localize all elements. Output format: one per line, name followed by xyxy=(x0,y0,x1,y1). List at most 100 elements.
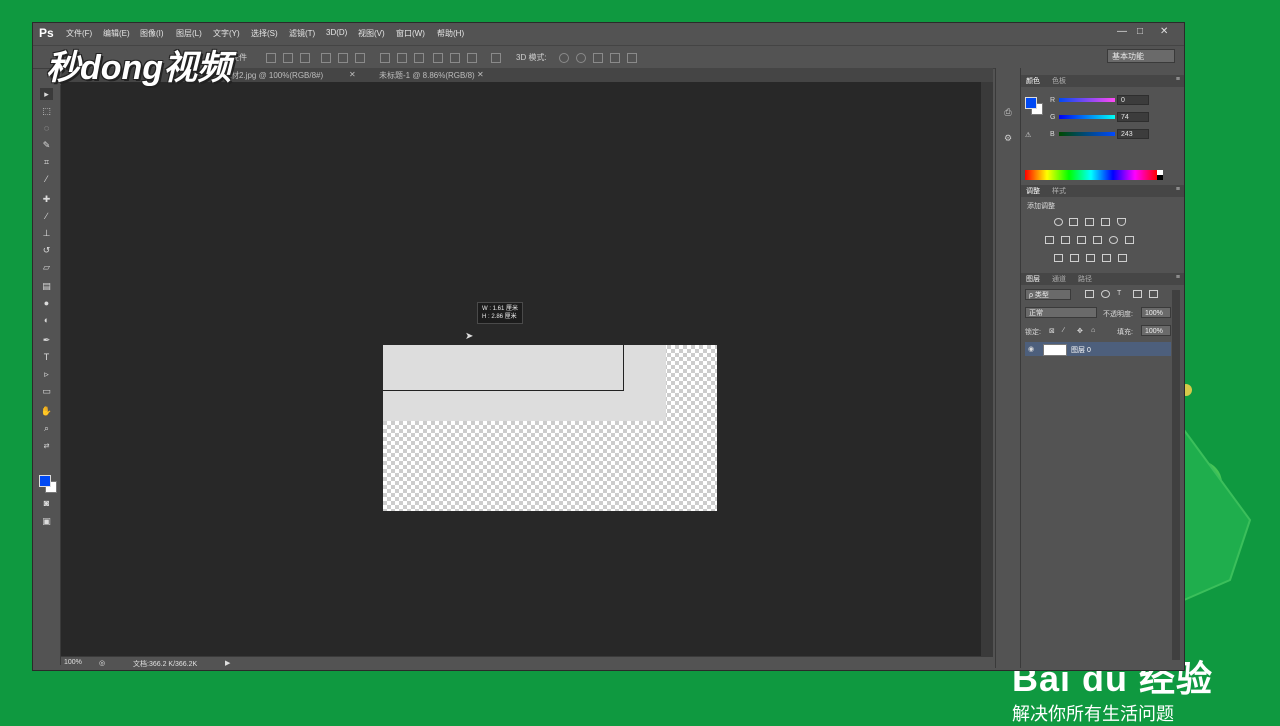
align-bottom-icon[interactable] xyxy=(300,53,310,63)
menu-type[interactable]: 文字(Y) xyxy=(213,28,240,39)
tab-channels[interactable]: 通道 xyxy=(1052,274,1066,284)
blend-mode-select[interactable]: 正常 xyxy=(1025,307,1097,318)
color-spectrum-bar[interactable] xyxy=(1025,170,1157,180)
g-value-field[interactable]: 74 xyxy=(1117,112,1149,122)
hand-tool-icon[interactable]: ✋ xyxy=(40,405,53,417)
status-menu-arrow-icon[interactable]: ▶ xyxy=(225,659,230,667)
layer-row[interactable]: ◉ 图层 0 xyxy=(1025,342,1171,356)
lock-image-icon[interactable]: ∕ xyxy=(1063,327,1064,334)
invert-adjust-icon[interactable] xyxy=(1054,254,1063,262)
distribute-right-icon[interactable] xyxy=(467,53,477,63)
workspace-select[interactable]: 基本功能 xyxy=(1107,49,1175,63)
3d-slide-icon[interactable] xyxy=(610,53,620,63)
tab-adjustments[interactable]: 调整 xyxy=(1026,186,1040,196)
properties-panel-icon[interactable]: ⚙ xyxy=(1002,132,1014,144)
menu-help[interactable]: 帮助(H) xyxy=(437,28,464,39)
tab-layers[interactable]: 图层 xyxy=(1026,274,1040,284)
transform-rectangle[interactable] xyxy=(383,345,624,391)
distribute-left-icon[interactable] xyxy=(433,53,443,63)
move-tool-icon[interactable]: ▸ xyxy=(40,88,53,100)
3d-pan-icon[interactable] xyxy=(593,53,603,63)
color-lookup-adjust-icon[interactable] xyxy=(1125,236,1134,244)
filter-adjustment-icon[interactable] xyxy=(1101,290,1110,298)
distribute-bottom-icon[interactable] xyxy=(414,53,424,63)
history-panel-icon[interactable]: ⎙ xyxy=(1002,106,1014,118)
status-info-icon[interactable]: ◎ xyxy=(99,659,105,667)
layer-name[interactable]: 图层 0 xyxy=(1071,345,1091,355)
curves-adjust-icon[interactable] xyxy=(1085,218,1094,226)
dodge-tool-icon[interactable]: ◐ xyxy=(40,314,53,326)
menu-filter[interactable]: 滤镜(T) xyxy=(289,28,315,39)
status-zoom[interactable]: 100% xyxy=(64,659,82,666)
color-balance-adjust-icon[interactable] xyxy=(1061,236,1070,244)
gamut-warning-icon[interactable]: ⚠ xyxy=(1025,131,1031,139)
close-icon[interactable]: ✕ xyxy=(1160,26,1168,37)
threshold-adjust-icon[interactable] xyxy=(1086,254,1095,262)
brightness-adjust-icon[interactable] xyxy=(1054,218,1063,226)
tab-styles[interactable]: 样式 xyxy=(1052,186,1066,196)
exposure-adjust-icon[interactable] xyxy=(1101,218,1110,226)
zoom-tool-icon[interactable]: ⌕ xyxy=(40,422,53,434)
channel-mixer-adjust-icon[interactable] xyxy=(1109,236,1118,244)
opacity-field[interactable]: 100% xyxy=(1141,307,1171,318)
gradient-tool-icon[interactable]: ▤ xyxy=(40,280,53,292)
marquee-tool-icon[interactable]: ⬚ xyxy=(40,105,53,117)
tab-doc-1[interactable]: 材2.jpg @ 100%(RGB/8#) xyxy=(231,70,323,81)
canvas-vertical-scrollbar[interactable] xyxy=(981,82,993,656)
foreground-color-swatch[interactable] xyxy=(39,475,51,487)
screen-mode-icon[interactable]: ▣ xyxy=(40,515,53,527)
filter-type-icon[interactable]: T xyxy=(1117,290,1121,297)
quick-select-tool-icon[interactable]: ✎ xyxy=(40,139,53,151)
tab-close-icon[interactable]: ✕ xyxy=(477,70,484,79)
document-canvas[interactable] xyxy=(383,345,717,511)
black-white-adjust-icon[interactable] xyxy=(1077,236,1086,244)
3d-scale-icon[interactable] xyxy=(627,53,637,63)
path-select-tool-icon[interactable]: ▹ xyxy=(40,368,53,380)
history-brush-tool-icon[interactable]: ↺ xyxy=(40,244,53,256)
options-fragment-label[interactable]: 控件 xyxy=(231,52,247,63)
hue-saturation-adjust-icon[interactable] xyxy=(1045,236,1054,244)
healing-brush-tool-icon[interactable]: ✚ xyxy=(40,193,53,205)
align-left-icon[interactable] xyxy=(321,53,331,63)
3d-rotate-icon[interactable] xyxy=(559,53,569,63)
color-panel-foreground-swatch[interactable] xyxy=(1025,97,1037,109)
blur-tool-icon[interactable]: ● xyxy=(40,297,53,309)
lasso-tool-icon[interactable]: ◌ xyxy=(40,122,53,134)
brush-tool-icon[interactable]: ∕ xyxy=(40,210,53,222)
b-slider[interactable] xyxy=(1059,132,1115,136)
tab-close-icon[interactable]: ✕ xyxy=(349,70,356,79)
type-tool-icon[interactable]: T xyxy=(40,351,53,363)
crop-tool-icon[interactable]: ⌗ xyxy=(40,156,53,168)
distribute-hcenter-icon[interactable] xyxy=(450,53,460,63)
menu-file[interactable]: 文件(F) xyxy=(66,28,92,39)
lock-position-icon[interactable]: ✥ xyxy=(1077,327,1083,335)
menu-3d[interactable]: 3D(D) xyxy=(326,28,347,37)
rectangle-tool-icon[interactable]: ▭ xyxy=(40,385,53,397)
menu-select[interactable]: 选择(S) xyxy=(251,28,278,39)
lock-transparent-icon[interactable]: ⊠ xyxy=(1049,327,1055,335)
eyedropper-tool-icon[interactable]: ⁄ xyxy=(40,173,53,185)
layers-scrollbar[interactable] xyxy=(1172,290,1180,660)
eraser-tool-icon[interactable]: ▱ xyxy=(40,261,53,273)
align-right-icon[interactable] xyxy=(355,53,365,63)
distribute-vcenter-icon[interactable] xyxy=(397,53,407,63)
tab-doc-2[interactable]: 未标题-1 @ 8.86%(RGB/8) xyxy=(379,70,475,81)
r-value-field[interactable]: 0 xyxy=(1117,95,1149,105)
maximize-icon[interactable]: □ xyxy=(1137,26,1143,37)
layer-filter-select[interactable]: ρ 类型 xyxy=(1025,289,1071,300)
distribute-top-icon[interactable] xyxy=(380,53,390,63)
lock-all-icon[interactable]: ⌂ xyxy=(1091,327,1095,334)
panel-menu-icon[interactable]: ≡ xyxy=(1176,76,1180,83)
tab-paths[interactable]: 路径 xyxy=(1078,274,1092,284)
g-slider[interactable] xyxy=(1059,115,1115,119)
black-white-swatch[interactable] xyxy=(1157,170,1163,180)
swap-colors-icon[interactable]: ⇄ xyxy=(40,441,53,453)
photo-filter-adjust-icon[interactable] xyxy=(1093,236,1102,244)
menu-view[interactable]: 视图(V) xyxy=(358,28,385,39)
menu-window[interactable]: 窗口(W) xyxy=(396,28,425,39)
filter-shape-icon[interactable] xyxy=(1133,290,1142,298)
align-hcenter-icon[interactable] xyxy=(338,53,348,63)
filter-pixel-icon[interactable] xyxy=(1085,290,1094,298)
align-vcenter-icon[interactable] xyxy=(283,53,293,63)
clone-stamp-tool-icon[interactable]: ⊥ xyxy=(40,227,53,239)
